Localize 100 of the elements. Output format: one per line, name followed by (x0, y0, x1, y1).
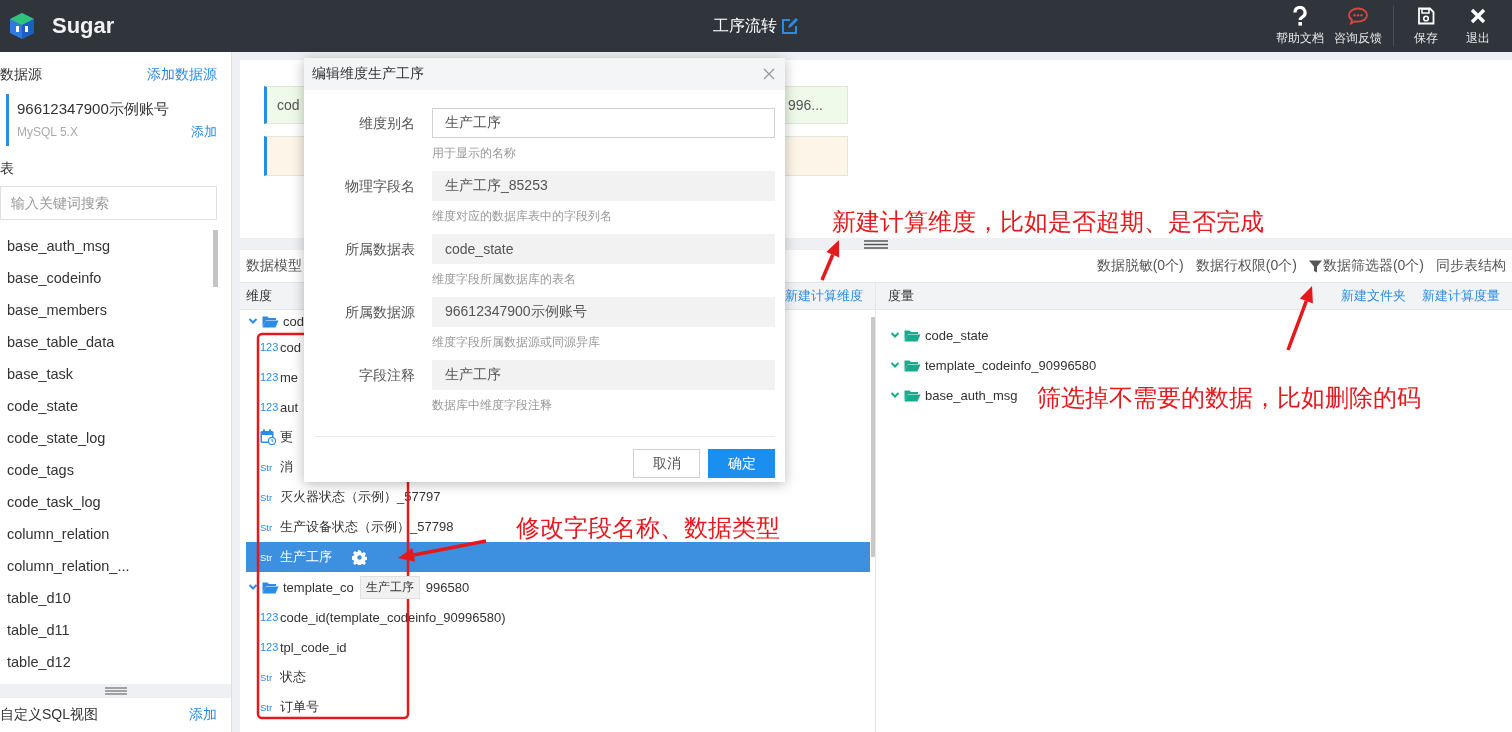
datasource-type: MySQL 5.X (17, 124, 78, 139)
settings-icon[interactable] (352, 549, 367, 565)
field-row[interactable]: 123 me (246, 362, 299, 392)
field-label: 所属数据源 (344, 303, 415, 322)
help-icon (1291, 5, 1309, 26)
field-label: 物理字段名 (344, 177, 415, 196)
panel-title: 数据模型 (246, 257, 302, 275)
field-row[interactable]: Str 生产设备状态（示例）_57798 (246, 512, 454, 542)
folder-name[interactable]: template_co (283, 579, 354, 595)
table-item[interactable]: code_task_log (0, 486, 231, 518)
card-label: cod (277, 97, 300, 113)
table-item[interactable]: base_auth_msg (0, 230, 231, 262)
table-item[interactable]: base_codeinfo (0, 262, 231, 294)
string-type-icon: Str (260, 461, 276, 473)
input-field[interactable]: 生产工序 (432, 108, 775, 138)
field-label: 所属数据表 (344, 240, 415, 259)
folder-icon (262, 314, 279, 328)
annotation-text: 新建计算维度，比如是否超期、是否完成 (832, 207, 1264, 237)
card-label: 996... (787, 97, 823, 113)
chevron-icon[interactable] (248, 582, 258, 592)
field-hint: 用于显示的名称 (432, 145, 517, 162)
field-row[interactable]: 更 (246, 422, 293, 452)
folder-name[interactable]: template_codeinfo_90996580 (925, 357, 1097, 373)
app-name: Sugar (52, 13, 115, 39)
filter-icon (1308, 259, 1322, 273)
edit-icon[interactable] (781, 17, 799, 35)
field-name: 生产设备状态（示例）_57798 (280, 518, 454, 536)
calendar-icon (260, 429, 276, 445)
number-type-icon: 123 (260, 371, 276, 383)
field-row[interactable]: 123tpl_code_id (246, 632, 347, 662)
dialog-title: 编辑维度生产工序 (312, 65, 424, 83)
cancel-button[interactable]: 取消 (633, 449, 700, 478)
field-label: 字段注释 (358, 366, 415, 385)
help-button[interactable]: 帮助文档 (1271, 0, 1329, 52)
field-name: 消 (280, 458, 293, 476)
scrollbar[interactable] (213, 230, 218, 287)
drag-handle-icon[interactable] (864, 239, 888, 249)
table-item[interactable]: base_members (0, 294, 231, 326)
folder-name[interactable]: code_state (925, 327, 989, 343)
table-item[interactable]: column_relation (0, 518, 231, 550)
chevron-icon[interactable] (890, 330, 900, 340)
number-type-icon: 123 (260, 641, 276, 653)
close-icon[interactable] (763, 68, 775, 80)
folder-name[interactable]: base_auth_msg (925, 387, 1018, 403)
toolbar-link[interactable]: 同步表结构 (1436, 257, 1506, 275)
field-row[interactable]: Str 订单号 (246, 692, 319, 722)
number-type-icon: 123 (260, 401, 276, 413)
table-item[interactable]: table_d11 (0, 614, 231, 646)
field-hint: 维度对应的数据库表中的字段列名 (432, 208, 613, 225)
chevron-icon[interactable] (890, 360, 900, 370)
annotation-text: 修改字段名称、数据类型 (516, 513, 780, 543)
table-item[interactable]: base_task (0, 358, 231, 390)
search-field[interactable]: 输入关键词搜索 (0, 186, 217, 220)
string-type-icon: Str (260, 521, 276, 533)
drag-handle-icon[interactable] (104, 687, 127, 695)
field-row[interactable]: Str 状态 (246, 662, 306, 692)
datasource-name[interactable]: 96612347900示例账号 (17, 99, 217, 119)
field-row[interactable]: 123cod (246, 332, 301, 362)
toolbar-link[interactable]: 数据行权限(0个) (1195, 257, 1297, 275)
table-item[interactable]: table_d12 (0, 646, 231, 678)
field-name: 更 (280, 428, 293, 446)
table-item[interactable]: table_d10 (0, 582, 231, 614)
chevron-icon[interactable] (248, 316, 258, 326)
toolbar-link[interactable]: 数据脱敏(0个) (1096, 257, 1184, 275)
number-type-icon: 123 (260, 611, 276, 623)
folder-name[interactable]: 996580 (425, 579, 470, 595)
folder-icon (904, 328, 921, 342)
add-link[interactable]: 添加 (189, 706, 217, 724)
table-item[interactable]: code_state_log (0, 422, 231, 454)
tooltip: 生产工序 (359, 575, 420, 599)
field-name: me (280, 369, 299, 385)
field-row[interactable]: Str 消 (246, 452, 293, 482)
string-type-icon: Str (260, 491, 276, 503)
field-row[interactable]: 123aut (246, 392, 299, 422)
table-item[interactable]: code_tags (0, 454, 231, 486)
field-name: 状态 (280, 668, 306, 686)
chevron-icon[interactable] (890, 390, 900, 400)
folder-name[interactable]: cod (283, 313, 304, 329)
save-button[interactable]: 保存 (1400, 0, 1452, 52)
table-item[interactable]: code_state (0, 390, 231, 422)
exit-button[interactable]: 退出 (1452, 0, 1504, 52)
annotation-arrow (820, 240, 840, 281)
folder-icon (262, 580, 279, 594)
scrollbar[interactable] (871, 317, 875, 557)
field-name: aut (280, 399, 299, 415)
toolbar-link[interactable]: 数据筛选器(0个) (1308, 257, 1424, 275)
number-type-icon: 123 (260, 341, 276, 353)
add-datasource-link[interactable]: 添加数据源 (147, 66, 217, 84)
add-link[interactable]: 添加 (191, 122, 217, 141)
column-heading: 维度 (246, 287, 272, 305)
table-item[interactable]: base_table_data (0, 326, 231, 358)
section-heading: 自定义SQL视图 (0, 706, 98, 724)
field-hint: 维度字段所属数据源或同源异库 (432, 334, 601, 351)
field-name: 订单号 (280, 698, 319, 716)
feedback-button[interactable]: 咨询反馈 (1329, 0, 1387, 52)
table-item[interactable]: column_relation_... (0, 550, 231, 582)
field-name: 生产工序 (280, 548, 332, 566)
field-name: cod (280, 339, 301, 355)
annotation-text: 筛选掉不需要的数据，比如删除的码 (1037, 383, 1421, 413)
string-type-icon: Str (260, 701, 276, 713)
